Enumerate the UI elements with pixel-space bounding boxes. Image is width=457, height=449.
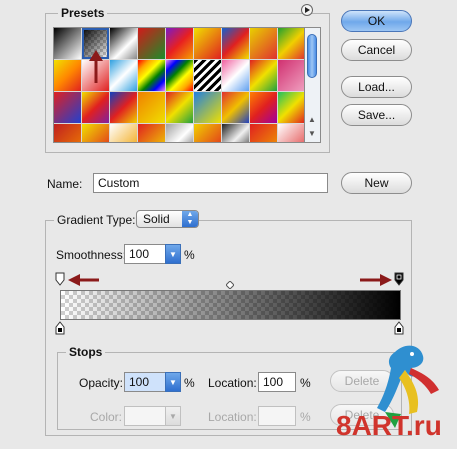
- gradient-preset-swatch[interactable]: [278, 92, 304, 123]
- opacity-unit: %: [184, 376, 195, 390]
- gradient-preset-swatch[interactable]: [222, 28, 249, 59]
- gradient-preset-swatch[interactable]: [138, 124, 165, 142]
- gradient-type-label: Gradient Type:: [54, 213, 139, 227]
- location-unit: %: [300, 376, 311, 390]
- smoothness-dropdown-icon[interactable]: ▼: [165, 244, 181, 264]
- gradient-preset-swatch[interactable]: [110, 92, 137, 123]
- gradient-preset-swatch[interactable]: [82, 92, 109, 123]
- gradient-preset-swatch[interactable]: [278, 124, 304, 142]
- color-stop-right[interactable]: [394, 321, 404, 335]
- gradient-preset-swatch[interactable]: [110, 60, 137, 91]
- smoothness-label: Smoothness:: [56, 248, 127, 262]
- cancel-button[interactable]: Cancel: [341, 39, 412, 61]
- opacity-stop-left[interactable]: [55, 272, 65, 286]
- opacity-field[interactable]: 100: [124, 372, 166, 392]
- gradient-preset-swatch[interactable]: [54, 92, 81, 123]
- save-button[interactable]: Save...: [341, 104, 412, 126]
- load-button[interactable]: Load...: [341, 76, 412, 98]
- stops-label: Stops: [66, 345, 106, 359]
- color-location-unit: %: [300, 410, 311, 424]
- gradient-preset-swatch[interactable]: [194, 60, 221, 91]
- gradient-preset-swatch[interactable]: [138, 92, 165, 123]
- gradient-preset-swatch[interactable]: [194, 124, 221, 142]
- presets-swatch-list[interactable]: [53, 27, 305, 143]
- gradient-preset-swatch[interactable]: [82, 124, 109, 142]
- red-arrow-icon: [68, 274, 99, 286]
- watermark-text: 8ART.ru: [336, 410, 442, 441]
- opacity-label: Opacity:: [79, 376, 124, 390]
- gradient-preset-swatch[interactable]: [222, 124, 249, 142]
- popup-arrows-icon: ▲ ▼: [182, 211, 198, 227]
- gradient-preset-swatch[interactable]: [166, 60, 193, 91]
- gradient-preset-swatch[interactable]: [54, 28, 81, 59]
- gradient-preset-swatch[interactable]: [250, 60, 277, 91]
- gradient-preset-swatch[interactable]: [166, 124, 193, 142]
- gradient-preset-swatch[interactable]: [54, 60, 81, 91]
- red-arrow-icon: [360, 274, 392, 286]
- presets-label: Presets: [58, 6, 108, 20]
- name-field[interactable]: Custom: [93, 173, 328, 193]
- gradient-preset-swatch[interactable]: [166, 28, 193, 59]
- color-dropdown-icon[interactable]: ▼: [165, 406, 181, 426]
- color-location-label: Location:: [208, 410, 257, 424]
- gradient-preset-swatch[interactable]: [250, 28, 277, 59]
- gradient-preset-swatch[interactable]: [194, 28, 221, 59]
- gradient-preset-swatch[interactable]: [138, 60, 165, 91]
- midpoint-diamond-icon[interactable]: [226, 281, 234, 289]
- gradient-preset-swatch[interactable]: [278, 28, 304, 59]
- gradient-preset-swatch[interactable]: [194, 92, 221, 123]
- gradient-preset-swatch[interactable]: [110, 124, 137, 142]
- gradient-preset-swatch[interactable]: [138, 28, 165, 59]
- scrollbar-thumb[interactable]: [307, 34, 317, 78]
- gradient-preset-swatch[interactable]: [250, 92, 277, 123]
- name-label: Name:: [47, 177, 83, 191]
- gradient-type-value: Solid: [143, 212, 170, 226]
- gradient-preset-swatch[interactable]: [222, 60, 249, 91]
- new-button[interactable]: New: [341, 172, 412, 194]
- gradient-type-popup[interactable]: Solid ▲ ▼: [136, 210, 199, 228]
- swatch-grid: [54, 28, 304, 142]
- color-stop-left[interactable]: [55, 321, 65, 335]
- gradient-preset-swatch[interactable]: [166, 92, 193, 123]
- presets-menu-icon[interactable]: [301, 4, 313, 16]
- gradient-preset-swatch[interactable]: [110, 28, 137, 59]
- color-label: Color:: [90, 410, 123, 424]
- opacity-dropdown-icon[interactable]: ▼: [165, 372, 181, 392]
- smoothness-unit: %: [184, 248, 195, 262]
- color-location-field[interactable]: [258, 406, 296, 426]
- ok-button[interactable]: OK: [341, 10, 412, 32]
- scroll-down-icon[interactable]: ▼: [308, 130, 316, 138]
- location-field[interactable]: 100: [258, 372, 296, 392]
- scroll-up-icon[interactable]: ▲: [308, 116, 316, 124]
- gradient-preset-swatch[interactable]: [222, 92, 249, 123]
- color-swatch-field[interactable]: [124, 406, 166, 426]
- smoothness-field[interactable]: 100: [124, 244, 166, 264]
- presets-scrollbar[interactable]: ▲ ▼: [305, 27, 321, 143]
- gradient-preset-swatch[interactable]: [250, 124, 277, 142]
- gradient-preset-swatch[interactable]: [278, 60, 304, 91]
- gradient-preview-bar[interactable]: [60, 290, 401, 320]
- red-arrow-icon: [89, 50, 103, 83]
- location-label: Location:: [208, 376, 257, 390]
- opacity-stop-right[interactable]: [394, 272, 404, 286]
- gradient-preset-swatch[interactable]: [54, 124, 81, 142]
